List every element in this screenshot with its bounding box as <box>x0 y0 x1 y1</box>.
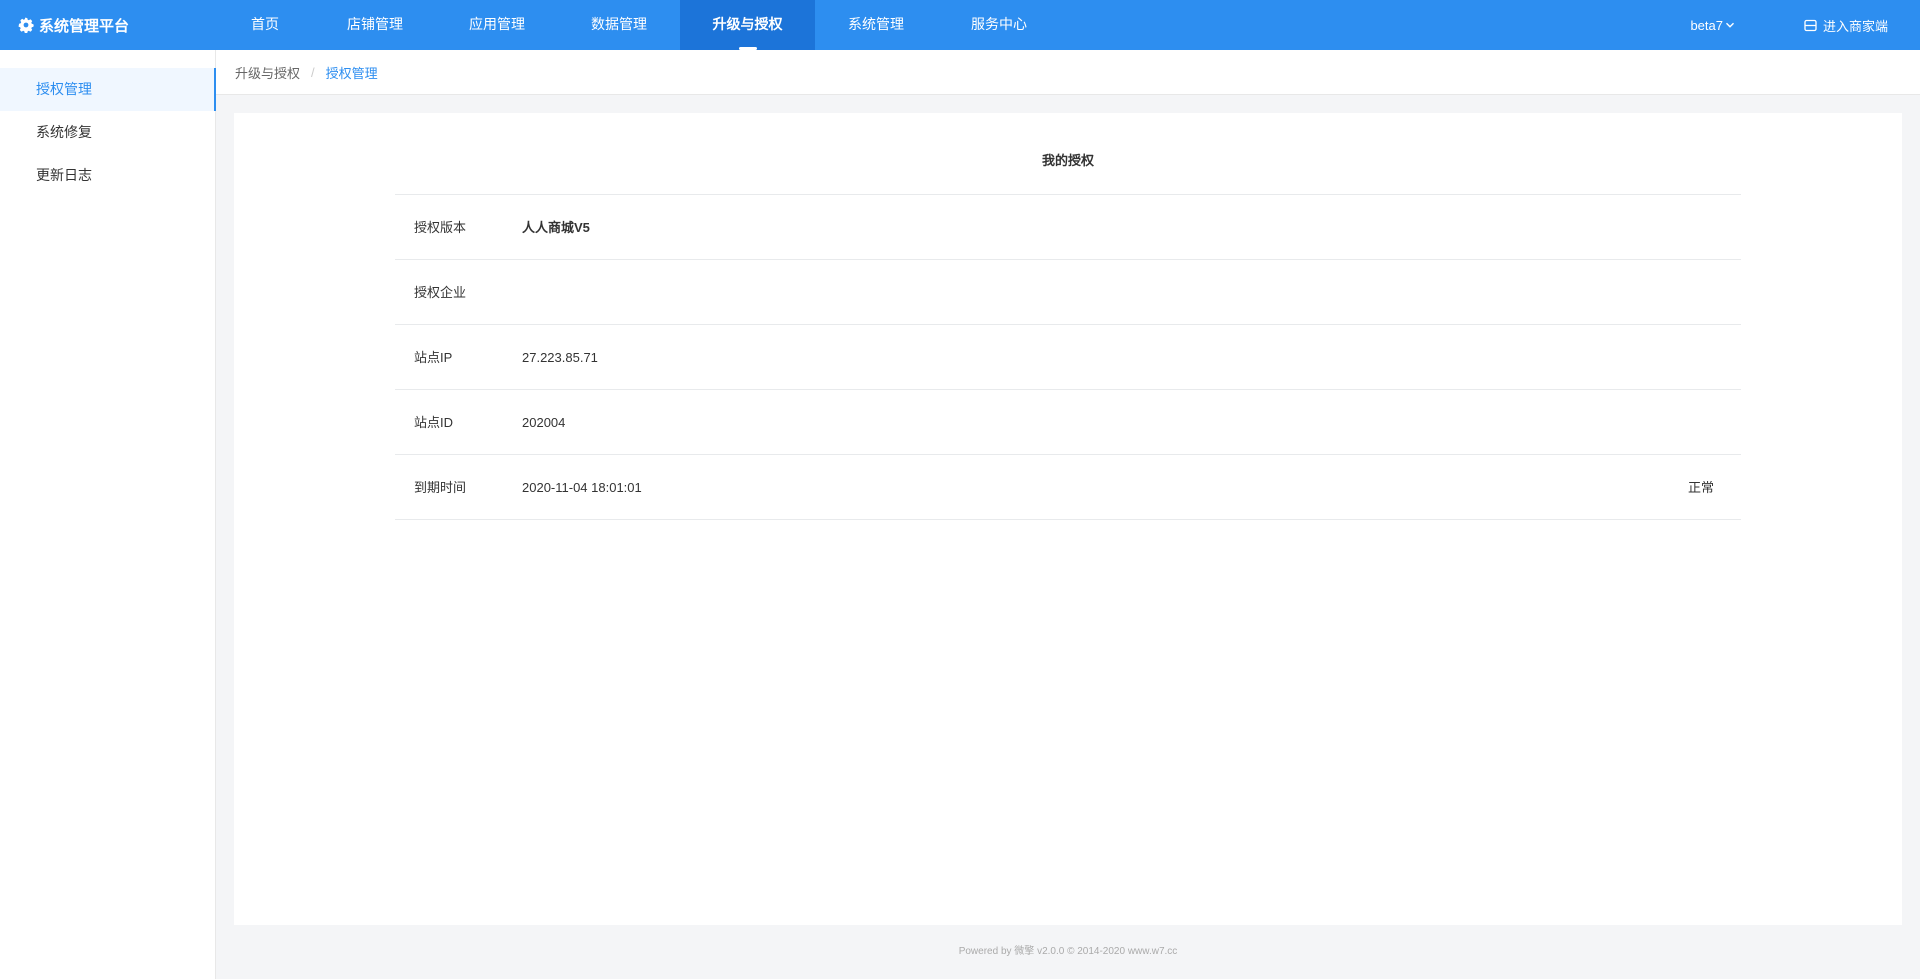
nav-system-management[interactable]: 系统管理 <box>838 0 914 50</box>
authorization-card: 我的授权 授权版本 人人商城V5 授权企业 站点IP 27.223.85.71 … <box>234 113 1902 925</box>
info-label: 授权企业 <box>414 285 467 300</box>
info-label: 授权版本 <box>414 220 467 235</box>
footer: Powered by 微擎 v2.0.0 © 2014-2020 www.w7.… <box>958 946 1178 957</box>
username: beta7 <box>1690 17 1723 33</box>
enter-merchant-label: 进入商家端 <box>1822 18 1888 34</box>
nav-data-management[interactable]: 数据管理 <box>581 0 657 50</box>
authorization-info-table: 授权版本 人人商城V5 授权企业 站点IP 27.223.85.71 站点ID … <box>395 194 1741 520</box>
status-text: 正常 <box>1687 480 1714 495</box>
info-value: 人人商城V5 <box>522 220 590 235</box>
nav-service-center[interactable]: 服务中心 <box>961 0 1037 50</box>
top-navbar: 系统管理平台 首页 店铺管理 应用管理 数据管理 升级与授权 系统管理 服务中心… <box>0 0 1920 50</box>
nav-upgrade-authorization[interactable]: 升级与授权 <box>680 0 815 50</box>
user-dropdown[interactable]: beta7 <box>1690 0 1735 50</box>
info-label: 站点ID <box>414 415 454 430</box>
info-row-site-ip: 站点IP 27.223.85.71 <box>395 325 1741 390</box>
sidebar-item-changelog[interactable]: 更新日志 <box>0 154 216 197</box>
brand[interactable]: 系统管理平台 <box>18 0 129 50</box>
info-row-site-id: 站点ID 202004 <box>395 390 1741 455</box>
breadcrumb-current: 授权管理 <box>325 65 378 81</box>
sidebar: 授权管理 系统修复 更新日志 <box>0 50 216 979</box>
info-value: 2020-11-04 18:01:01 <box>522 480 642 495</box>
nav-upgrade-authorization-label: 升级与授权 <box>712 16 783 32</box>
info-row-expiry: 到期时间 2020-11-04 18:01:01 正常 <box>395 455 1741 520</box>
breadcrumb-separator: / <box>311 64 315 80</box>
enter-merchant-button[interactable]: 进入商家端 <box>1804 0 1888 50</box>
nav-store-management[interactable]: 店铺管理 <box>337 0 413 50</box>
breadcrumb-parent[interactable]: 升级与授权 <box>235 63 300 82</box>
info-label: 到期时间 <box>414 480 467 495</box>
info-value: 27.223.85.71 <box>522 350 598 365</box>
gear-icon <box>18 17 34 33</box>
chevron-down-icon <box>1726 22 1734 28</box>
store-icon <box>1804 19 1817 31</box>
breadcrumb: 升级与授权 / 授权管理 <box>216 50 1920 95</box>
sidebar-item-system-repair[interactable]: 系统修复 <box>0 111 216 154</box>
page-title: 我的授权 <box>1041 153 1094 168</box>
sidebar-item-authorization[interactable]: 授权管理 <box>0 68 216 111</box>
info-row-company: 授权企业 <box>395 260 1741 325</box>
app-title: 系统管理平台 <box>39 17 130 35</box>
nav-app-management[interactable]: 应用管理 <box>459 0 535 50</box>
nav-home[interactable]: 首页 <box>235 0 295 50</box>
info-row-version: 授权版本 人人商城V5 <box>395 195 1741 260</box>
info-value: 202004 <box>522 415 566 430</box>
info-label: 站点IP <box>414 350 453 365</box>
